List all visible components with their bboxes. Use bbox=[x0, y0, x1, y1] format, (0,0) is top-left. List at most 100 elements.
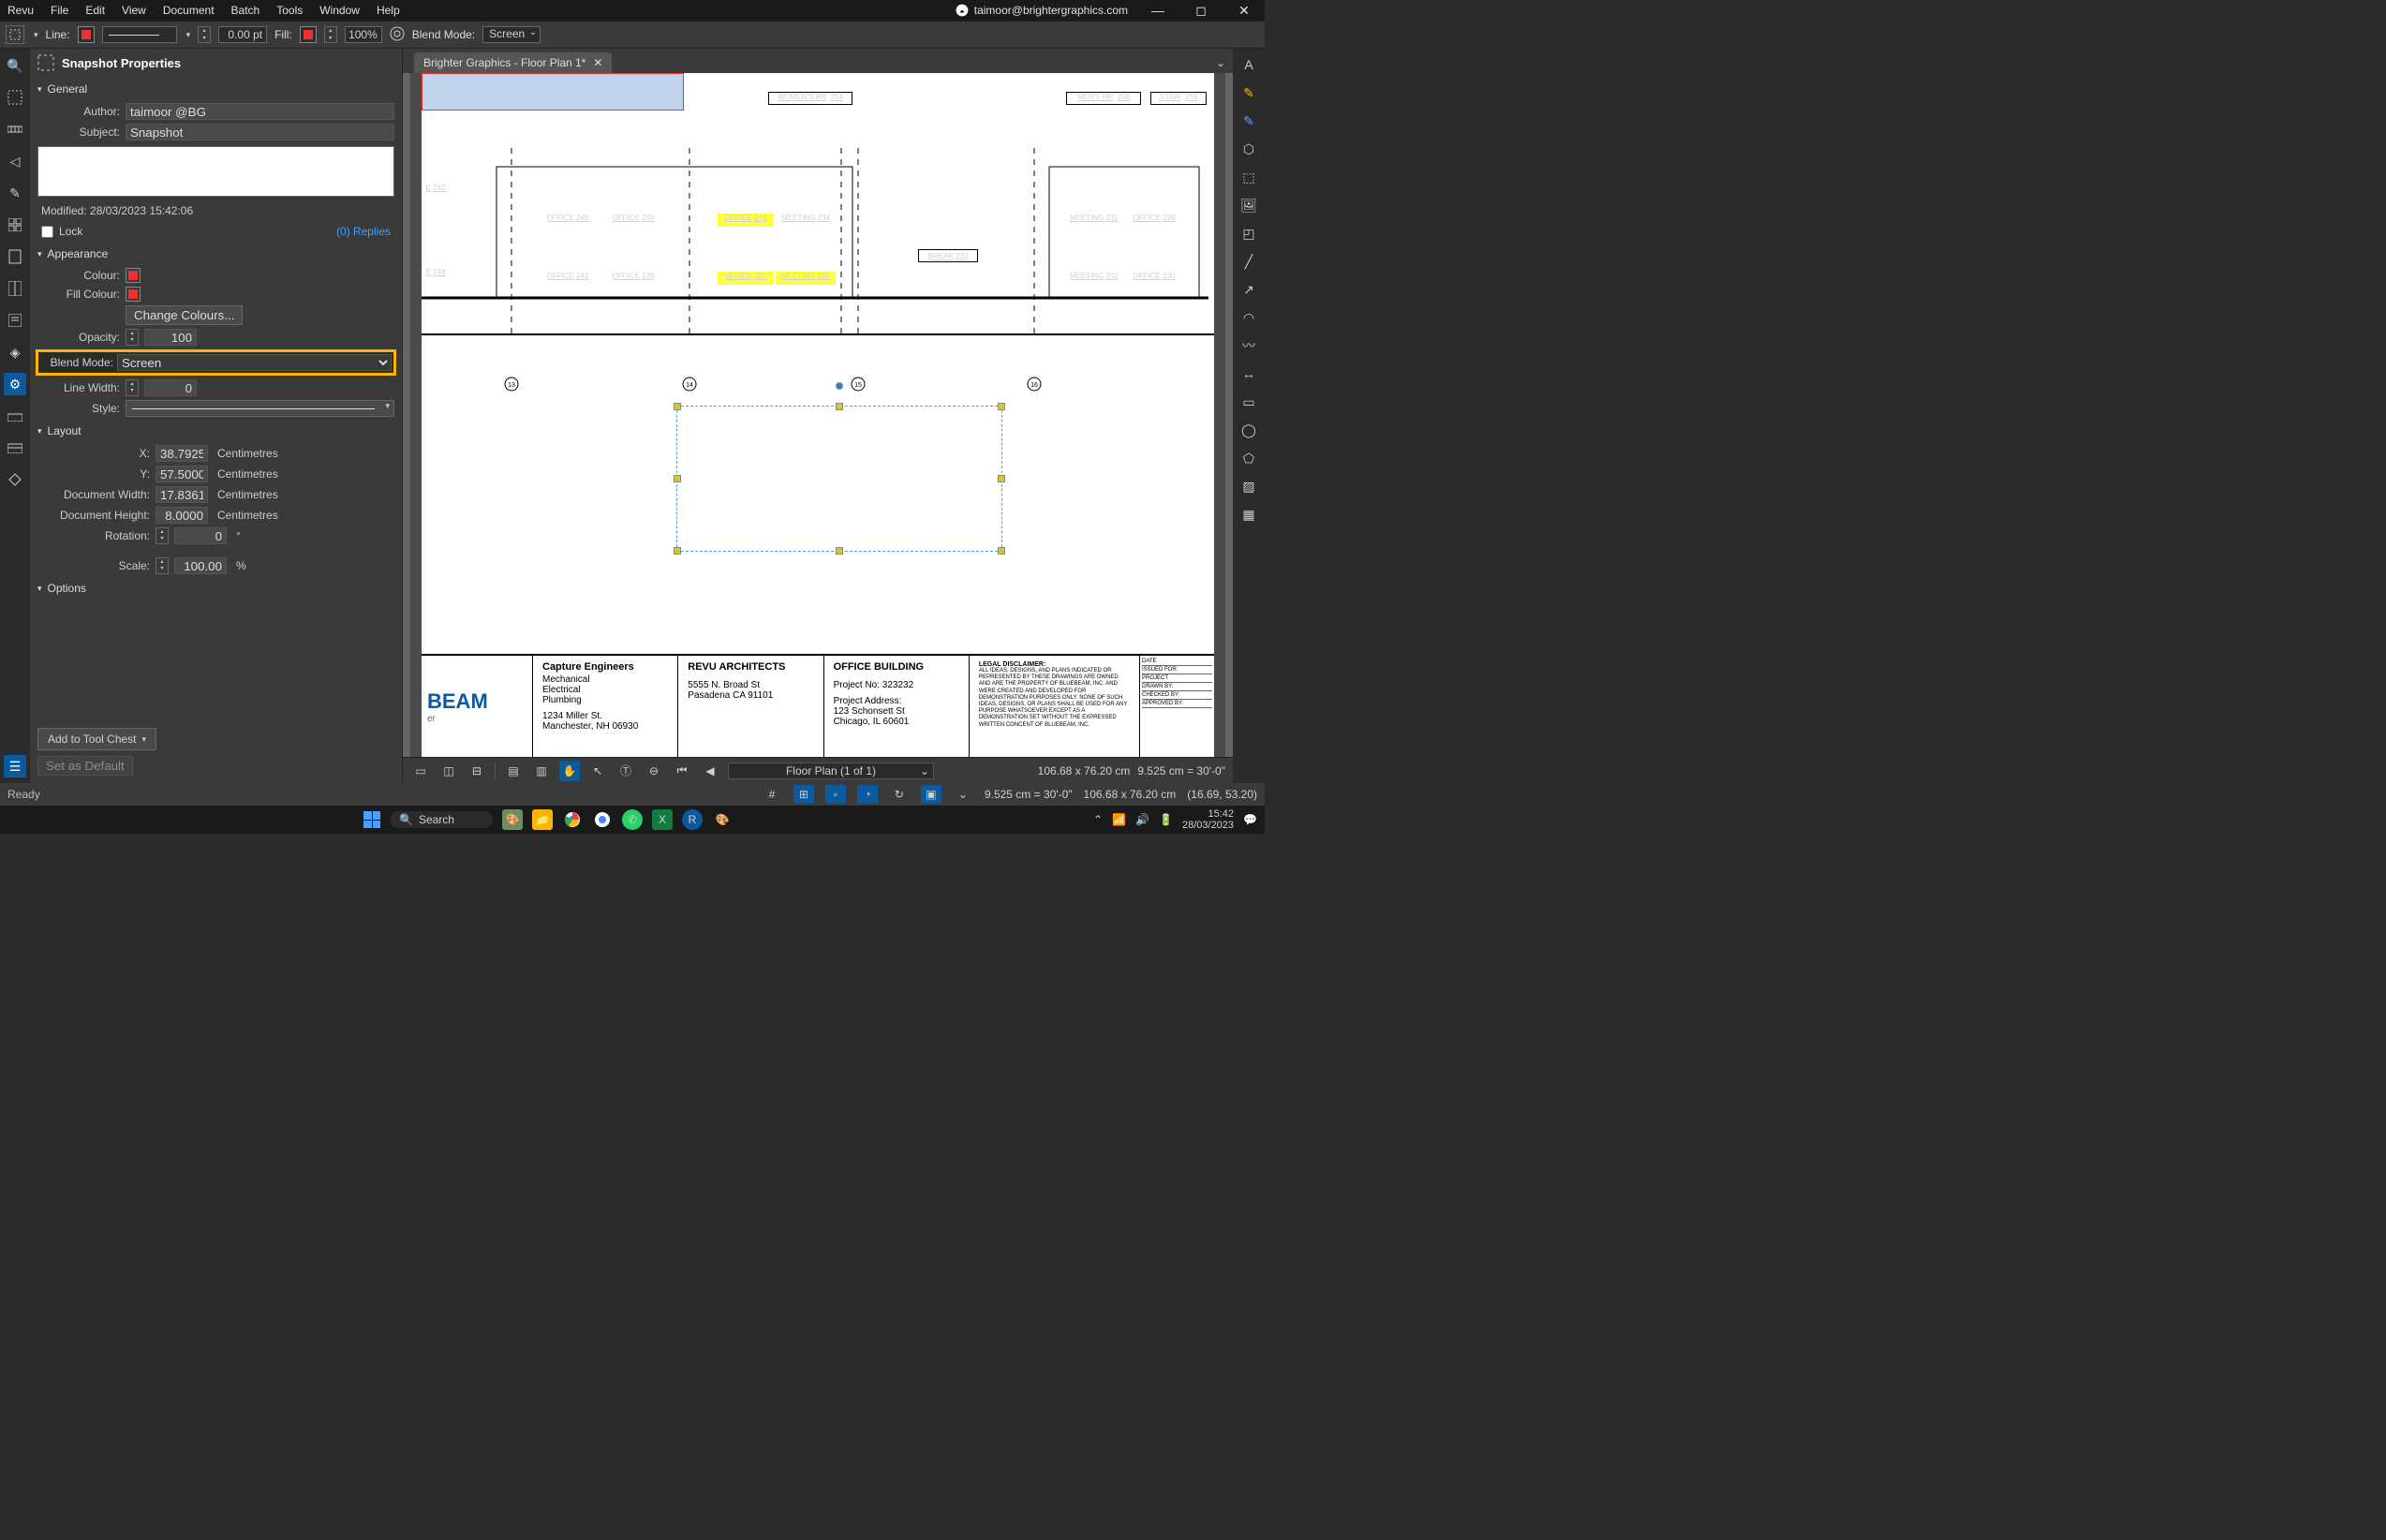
fit-width-icon[interactable]: ▥ bbox=[531, 761, 552, 781]
polygon2-icon[interactable]: ⬠ bbox=[1238, 448, 1259, 468]
page-select[interactable]: Floor Plan (1 of 1) bbox=[728, 763, 934, 779]
tray-chevron-icon[interactable]: ⌃ bbox=[1093, 813, 1103, 826]
line-tool-icon[interactable]: ╱ bbox=[1238, 251, 1259, 272]
fit-page-icon[interactable]: ▤ bbox=[503, 761, 524, 781]
layout-icon[interactable]: ▣ bbox=[921, 785, 941, 804]
grid-icon[interactable] bbox=[4, 214, 26, 236]
doc-height-input[interactable] bbox=[156, 507, 208, 524]
tray-battery-icon[interactable]: 🔋 bbox=[1159, 813, 1173, 826]
highlight-tool-icon[interactable]: ✎ bbox=[1238, 82, 1259, 103]
snapshot-dropdown-icon[interactable]: ▾ bbox=[34, 30, 38, 40]
menu-revu[interactable]: Revu bbox=[7, 4, 34, 17]
text-select-icon[interactable]: Ⓣ bbox=[615, 761, 636, 781]
prev-page-icon[interactable]: ◀ bbox=[700, 761, 720, 781]
opacity-value[interactable]: 100% bbox=[345, 26, 382, 43]
pen-tool-icon[interactable]: ✎ bbox=[1238, 111, 1259, 131]
tag-icon[interactable]: ◁ bbox=[4, 150, 26, 172]
menu-batch[interactable]: Batch bbox=[231, 4, 260, 17]
style-select[interactable]: ▾ bbox=[126, 400, 394, 417]
menu-window[interactable]: Window bbox=[319, 4, 360, 17]
resize-handle-n[interactable] bbox=[836, 403, 843, 410]
blend-mode-select[interactable]: Screen bbox=[482, 26, 541, 43]
appearance-section[interactable]: ▾ Appearance bbox=[30, 242, 402, 266]
callout-icon[interactable]: ▦ bbox=[1238, 504, 1259, 525]
menu-tools[interactable]: Tools bbox=[276, 4, 303, 17]
arc-tool-icon[interactable]: ◠ bbox=[1238, 307, 1259, 328]
taskbar-app-chrome[interactable] bbox=[562, 809, 583, 830]
fill-colour-swatch[interactable] bbox=[126, 287, 141, 302]
zoom-icon[interactable]: ⊖ bbox=[644, 761, 664, 781]
selection-marquee[interactable] bbox=[676, 406, 1002, 552]
single-page-icon[interactable]: ▭ bbox=[410, 761, 431, 781]
subject-input[interactable] bbox=[126, 124, 394, 141]
snap-toggle-icon[interactable]: ⊞ bbox=[793, 785, 814, 804]
resize-handle-w[interactable] bbox=[674, 475, 681, 482]
taskbar-app-chrome2[interactable] bbox=[592, 809, 613, 830]
layers-icon[interactable]: ◈ bbox=[4, 341, 26, 363]
general-section[interactable]: ▾ General bbox=[30, 77, 402, 101]
image-icon[interactable]: 🖼 bbox=[1238, 195, 1259, 215]
scale-input[interactable] bbox=[174, 557, 227, 574]
colour-swatch[interactable] bbox=[126, 268, 141, 283]
taskbar-app-paint[interactable]: 🎨 bbox=[502, 809, 523, 830]
resize-handle-nw[interactable] bbox=[674, 403, 681, 410]
pan-tool-icon[interactable]: ✋ bbox=[559, 761, 580, 781]
taskbar-app-whatsapp[interactable]: ✆ bbox=[622, 809, 643, 830]
menu-edit[interactable]: Edit bbox=[85, 4, 105, 17]
dimension-icon[interactable]: ↔ bbox=[1238, 363, 1259, 384]
polyline-icon[interactable]: 〰 bbox=[1238, 335, 1259, 356]
opacity-spinner[interactable]: ▴▾ bbox=[324, 26, 337, 43]
properties-icon[interactable]: ⚙ bbox=[4, 373, 26, 395]
taskbar-app-revu[interactable]: R bbox=[682, 809, 703, 830]
options-section[interactable]: ▾ Options bbox=[30, 576, 402, 600]
author-input[interactable] bbox=[126, 103, 394, 120]
taskbar-search[interactable]: 🔍 Search bbox=[390, 811, 493, 828]
rectangle-icon[interactable]: ▭ bbox=[1238, 392, 1259, 412]
line-width-spinner[interactable]: ▴▾ bbox=[198, 26, 211, 43]
note-textarea[interactable] bbox=[37, 146, 394, 197]
vertical-scrollbar-left[interactable] bbox=[410, 73, 422, 757]
thumbnails-icon[interactable] bbox=[4, 245, 26, 268]
menu-file[interactable]: File bbox=[51, 4, 68, 17]
tab-overflow-icon[interactable]: ⌄ bbox=[1208, 52, 1233, 73]
tray-notifications-icon[interactable]: 💬 bbox=[1243, 813, 1257, 826]
document-tab[interactable]: Brighter Graphics - Floor Plan 1* ✕ bbox=[414, 52, 612, 73]
split-vertical-icon[interactable]: ◫ bbox=[438, 761, 459, 781]
page-icon[interactable]: ▫ bbox=[825, 785, 846, 804]
change-colours-button[interactable]: Change Colours... bbox=[126, 305, 243, 325]
line-style-select[interactable] bbox=[102, 26, 177, 43]
pen-icon[interactable]: ✎ bbox=[4, 182, 26, 204]
ellipse-icon[interactable]: ◯ bbox=[1238, 420, 1259, 440]
tray-wifi-icon[interactable]: 📶 bbox=[1112, 813, 1126, 826]
rotation-input[interactable] bbox=[174, 527, 227, 544]
markups-icon[interactable] bbox=[4, 309, 26, 332]
sets-icon[interactable] bbox=[4, 468, 26, 491]
crop-icon[interactable]: ◰ bbox=[1238, 223, 1259, 244]
line-width-value[interactable]: 0.00 pt bbox=[218, 26, 267, 43]
lock-checkbox[interactable] bbox=[41, 226, 53, 238]
first-page-icon[interactable]: ⏮ bbox=[672, 761, 692, 781]
compare-icon[interactable] bbox=[4, 277, 26, 300]
reuse-icon[interactable]: ↻ bbox=[889, 785, 910, 804]
resize-handle-se[interactable] bbox=[998, 547, 1005, 555]
stamp-icon[interactable]: ⬚ bbox=[1238, 167, 1259, 187]
snapshot-icon[interactable] bbox=[4, 86, 26, 109]
taskbar-clock[interactable]: 15:42 28/03/2023 bbox=[1182, 808, 1234, 831]
menu-help[interactable]: Help bbox=[377, 4, 400, 17]
select-tool-icon[interactable]: ↖ bbox=[587, 761, 608, 781]
resize-handle-s[interactable] bbox=[836, 547, 843, 555]
arrow-tool-icon[interactable]: ↗ bbox=[1238, 279, 1259, 300]
opacity-input[interactable] bbox=[144, 329, 197, 346]
split-horizontal-icon[interactable]: ⊟ bbox=[467, 761, 487, 781]
add-tool-chest-button[interactable]: Add to Tool Chest ▾ bbox=[37, 728, 156, 750]
text-tool-icon[interactable]: A bbox=[1238, 54, 1259, 75]
page-canvas[interactable]: WOMEN'S RR 254 MEN'S RR 258 STAIR 259 E … bbox=[422, 73, 1214, 757]
line-color-swatch[interactable] bbox=[78, 26, 95, 43]
sync-icon[interactable]: ◔ bbox=[857, 785, 878, 804]
menu-view[interactable]: View bbox=[122, 4, 146, 17]
close-button[interactable]: ✕ bbox=[1231, 3, 1257, 19]
menu-document[interactable]: Document bbox=[163, 4, 215, 17]
rotate-handle[interactable] bbox=[836, 382, 843, 390]
polygon-icon[interactable]: ⬡ bbox=[1238, 139, 1259, 159]
resize-handle-ne[interactable] bbox=[998, 403, 1005, 410]
